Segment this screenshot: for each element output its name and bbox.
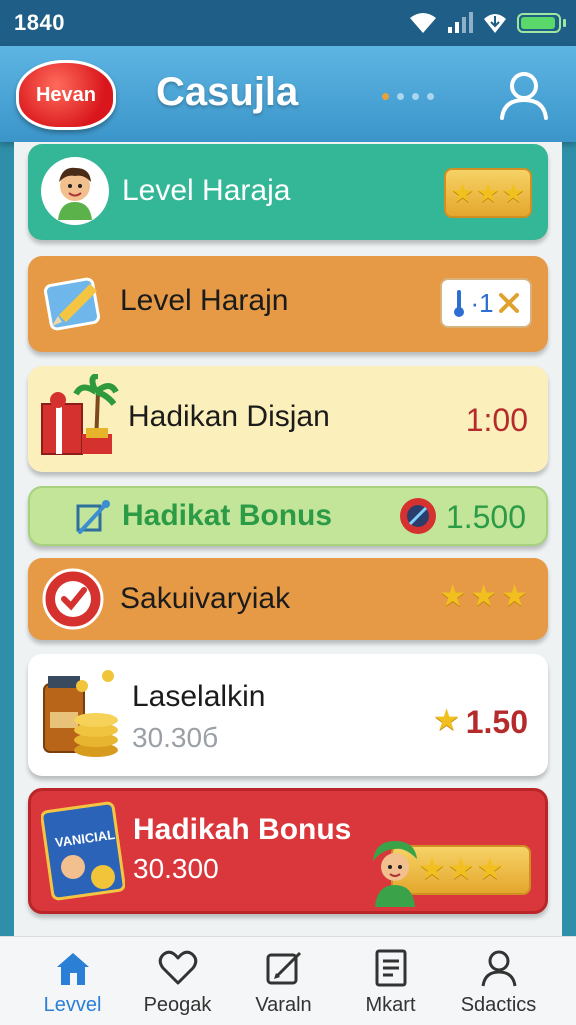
compass-icon [400, 498, 436, 534]
document-icon [375, 949, 406, 987]
wifi-icon [410, 13, 436, 33]
battery-icon [517, 13, 561, 33]
coins-jar-icon [43, 670, 118, 757]
stars-badge: ★ ★ ★ [444, 168, 532, 218]
status-time: 1840 [14, 10, 65, 35]
level-badge: ·1 [440, 278, 532, 328]
profile-icon[interactable] [496, 66, 552, 122]
card-label: Level Harajn [120, 284, 289, 317]
star-icon: ★ [439, 580, 467, 613]
card-value: 1.500 [445, 499, 526, 535]
nav-item-peogak[interactable]: Peogak [120, 937, 235, 1025]
signal-icon [448, 12, 473, 33]
level-list: Level Haraja ★ ★ ★ Level Harajn ·1 Hadik… [14, 142, 562, 936]
app-logo[interactable]: Hevan [16, 60, 116, 130]
card-label: Laselalkin [132, 680, 266, 713]
list-item[interactable]: Level Harajn ·1 [28, 256, 548, 352]
star-icon: ★ [433, 704, 460, 737]
person-icon [481, 950, 516, 987]
level-badge-text: ·1 [470, 287, 494, 318]
home-icon [56, 953, 89, 985]
bottom-nav: Levvel Peogak Varaln Mkart Sdactics [0, 936, 576, 1025]
star-icon: ★ [476, 853, 504, 886]
data-icon [484, 14, 506, 33]
crossed-tools-icon [498, 293, 519, 313]
page-title: Casujla [156, 70, 299, 114]
nav-label: Mkart [365, 994, 416, 1016]
card-label: Hadikan Disjan [128, 400, 330, 433]
logo-text: Hevan [35, 83, 97, 106]
heart-icon [158, 950, 197, 985]
card-value: 1:00 [465, 402, 528, 438]
list-item[interactable]: Hadikat Bonus 1.500 [28, 486, 548, 546]
gift-palm-icon [41, 374, 119, 455]
card-label: Hadikah Bonus [133, 813, 352, 846]
list-item[interactable]: Level Haraja ★ ★ ★ [28, 144, 548, 240]
check-circle-icon [42, 568, 104, 630]
pencil-card-icon [43, 277, 101, 331]
page-indicator [382, 93, 434, 100]
nav-item-mkart[interactable]: Mkart [333, 937, 448, 1025]
card-label: Level Haraja [122, 174, 291, 207]
nav-label: Peogak [143, 994, 212, 1016]
nav-item-varaln[interactable]: Varaln [226, 937, 341, 1025]
nav-label: Sdactics [460, 994, 537, 1016]
nav-item-sdactics[interactable]: Sdactics [441, 937, 556, 1025]
star-icon: ★ [451, 178, 475, 208]
status-icons [409, 10, 566, 36]
star-icon: ★ [447, 853, 475, 886]
list-item[interactable]: Sakuivaryiak ★ ★ ★ [28, 558, 548, 640]
list-item[interactable]: Laselalkin 30.30б ★ 1.50 [28, 654, 548, 776]
star-icon: ★ [470, 580, 498, 613]
card-label: Sakuivaryiak [120, 582, 291, 615]
card-value: 1.50 [465, 704, 528, 740]
card-sublabel: 30.30б [132, 722, 219, 753]
list-item[interactable]: VANICIAL Hadikah Bonus 30.300 ★ ★ ★ [28, 788, 548, 914]
avatar-girl [373, 841, 417, 907]
edit-icon [266, 951, 301, 985]
star-icon: ★ [501, 580, 528, 613]
card-sublabel: 30.300 [133, 853, 219, 884]
app-header: Hevan Casujla [0, 46, 576, 142]
star-icon: ★ [476, 178, 500, 208]
star-icon: ★ [501, 178, 525, 208]
pen-icon [76, 500, 110, 534]
nav-label: Levvel [43, 994, 102, 1016]
bonus-card-icon [41, 801, 125, 901]
nav-item-levvel[interactable]: Levvel [15, 937, 130, 1025]
avatar-boy [41, 157, 109, 225]
card-label: Hadikat Bonus [122, 499, 333, 532]
status-bar: 1840 [0, 0, 576, 46]
nav-label: Varaln [255, 994, 312, 1016]
list-item[interactable]: Hadikan Disjan 1:00 [28, 366, 548, 472]
thermometer-icon [454, 290, 465, 317]
stars-row: ★ ★ ★ [439, 582, 528, 612]
